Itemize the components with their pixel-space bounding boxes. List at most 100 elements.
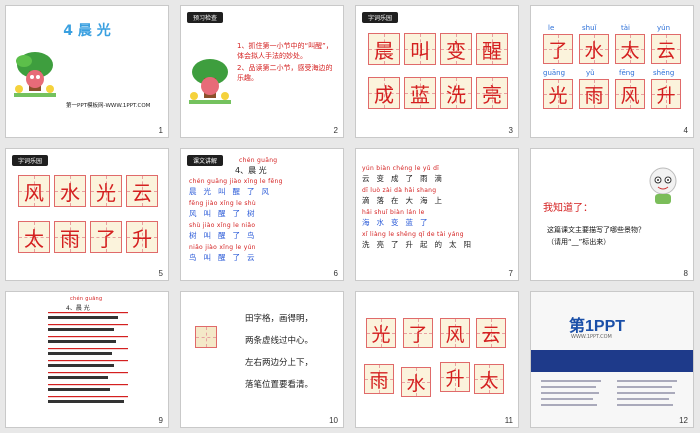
pinyin-label: tài <box>621 24 630 32</box>
tree-illustration <box>14 51 56 97</box>
char-tile: 雨 <box>364 364 394 394</box>
char-tile: 升 <box>651 79 681 109</box>
grid-square <box>195 326 217 348</box>
slide-number: 12 <box>679 416 688 425</box>
line-pinyin: hǎi shuǐ biàn lán le <box>362 209 425 216</box>
pinyin-label: yún <box>657 24 671 32</box>
line-pinyin: niǎo jiào xǐng le yún <box>189 244 256 251</box>
char-tile: 太 <box>474 364 504 394</box>
slide-number: 11 <box>504 416 513 425</box>
site-label: 第一PPT模板网-WWW.1PPT.COM <box>66 103 151 109</box>
slide-number: 5 <box>158 269 163 278</box>
slide-5[interactable]: 字词乐园 风 水 光 云 太 雨 了 升 5 <box>5 148 169 281</box>
pinyin-label: shēng <box>653 69 675 77</box>
section-tag: 预习检查 <box>187 12 224 23</box>
char-tile: 醒 <box>476 33 508 65</box>
line-pinyin: dī luò zài dà hǎi shang <box>362 187 437 194</box>
question-text: 这篇课文主要描写了哪些景物？ <box>547 226 645 234</box>
pinyin-label: shuǐ <box>582 24 597 32</box>
poem-line: 树叫醒了鸟 <box>189 231 262 240</box>
char-tile: 升 <box>126 221 158 253</box>
pinyin-label: yǔ <box>586 69 595 77</box>
char-tile: 水 <box>579 34 609 64</box>
title-banner: 4 晨 光 <box>51 21 123 41</box>
char-tile: 叫 <box>404 33 436 65</box>
heading-pinyin: chén guāng <box>239 157 278 164</box>
slide-number: 7 <box>508 269 513 278</box>
line-pinyin: yún biàn chéng le yǔ dī <box>362 165 440 172</box>
rhyme-line: 左右两边分上下， <box>245 358 314 368</box>
slide-11[interactable]: 光 了 风 云 雨 水 升 太 11 <box>355 291 519 428</box>
promo-links <box>541 378 685 416</box>
char-tile: 风 <box>615 79 645 109</box>
slide-number: 4 <box>683 126 688 135</box>
heading-pinyin: chén guāng <box>70 296 103 302</box>
know-heading: 我知道了： <box>543 203 593 214</box>
char-tile: 云 <box>126 175 158 207</box>
slide-2[interactable]: 预习检查 1、抓住第一小节中的“叫醒”，体会拟人手法的妙处。 2、品读第二小节，… <box>180 5 344 138</box>
slide-3[interactable]: 字词乐园 晨 叫 变 醒 成 蓝 洗 亮 3 <box>355 5 519 138</box>
char-tile: 雨 <box>54 221 86 253</box>
pinyin-label: guāng <box>543 69 566 77</box>
slide-6[interactable]: 课文讲解 chén guāng 4、晨 光 chén guāng jiào xǐ… <box>180 148 344 281</box>
char-tile: 风 <box>440 318 470 348</box>
line-pinyin: xǐ liàng le shēng qǐ de tài yáng <box>362 231 464 238</box>
pinyin-label: le <box>548 24 555 32</box>
slide-10[interactable]: 田字格，画得明， 两条虚线过中心。 左右两边分上下， 落笔位置要看清。 10 <box>180 291 344 428</box>
slide-8[interactable]: 我知道了： 这篇课文主要描写了哪些景物？ （请用“__”标出来） 8 <box>530 148 694 281</box>
rhyme-line: 两条虚线过中心。 <box>245 336 314 346</box>
rhyme-line: 田字格，画得明， <box>245 314 314 324</box>
line-pinyin: chén guāng jiào xǐng le fēng <box>189 178 283 185</box>
section-tag: 课文讲解 <box>187 155 224 166</box>
char-tile: 水 <box>401 367 431 397</box>
rhyme-line: 落笔位置要看清。 <box>245 380 314 390</box>
char-tile: 水 <box>54 175 86 207</box>
slide-9[interactable]: chén guāng 4、晨 光 9 <box>5 291 169 428</box>
slide-12[interactable]: 第1PPT WWW.1PPT.COM 12 <box>530 291 694 428</box>
char-tile: 太 <box>615 34 645 64</box>
brand-url: WWW.1PPT.COM <box>571 334 612 340</box>
section-tag: 字词乐园 <box>362 12 399 23</box>
char-tile: 了 <box>543 34 573 64</box>
char-tile: 云 <box>476 318 506 348</box>
poem-text-block <box>48 312 128 412</box>
slide-number: 6 <box>333 269 338 278</box>
char-tile: 了 <box>403 318 433 348</box>
poem-heading: 4、晨 光 <box>66 305 90 312</box>
line-pinyin: shù jiào xǐng le niǎo <box>189 222 256 229</box>
char-tile: 风 <box>18 175 50 207</box>
poem-line: 云变成了雨滴 <box>362 174 449 183</box>
promo-band <box>531 350 693 372</box>
poem-heading: 4、晨 光 <box>235 166 267 175</box>
char-tile: 光 <box>543 79 573 109</box>
slide-number: 10 <box>329 416 338 425</box>
char-tile: 蓝 <box>404 77 436 109</box>
slide-4[interactable]: le shuǐ tài yún 了 水 太 云 guāng yǔ fēng sh… <box>530 5 694 138</box>
question-1: 1、抓住第一小节中的“叫醒”，体会拟人手法的妙处。 <box>237 42 333 60</box>
slide-number: 3 <box>508 126 513 135</box>
slide-number: 9 <box>158 416 163 425</box>
slide-7[interactable]: yún biàn chéng le yǔ dī 云变成了雨滴 dī luò zà… <box>355 148 519 281</box>
tree-illustration <box>189 58 231 104</box>
line-pinyin: fēng jiào xǐng le shù <box>189 200 256 207</box>
char-tile: 光 <box>366 318 396 348</box>
char-tile: 晨 <box>368 33 400 65</box>
char-tile: 亮 <box>476 77 508 109</box>
slide-number: 2 <box>333 126 338 135</box>
poem-line: 晨光叫醒了风 <box>189 187 276 196</box>
poem-line: 海水变蓝了 <box>362 218 435 227</box>
slide-1[interactable]: 4 晨 光 第一PPT模板网-WWW.1PPT.COM 1 <box>5 5 169 138</box>
slide-number: 8 <box>683 269 688 278</box>
hint-text: （请用“__”标出来） <box>547 238 611 246</box>
char-tile: 成 <box>368 77 400 109</box>
char-tile: 云 <box>651 34 681 64</box>
slide-number: 1 <box>158 126 163 135</box>
char-tile: 洗 <box>440 77 472 109</box>
char-tile: 太 <box>18 221 50 253</box>
section-tag: 字词乐园 <box>12 155 49 166</box>
brand-logo: 第1PPT <box>569 318 626 335</box>
char-tile: 雨 <box>579 79 609 109</box>
char-tile: 升 <box>440 362 470 392</box>
char-tile: 变 <box>440 33 472 65</box>
poem-line: 洗亮了升起的太阳 <box>362 240 478 249</box>
